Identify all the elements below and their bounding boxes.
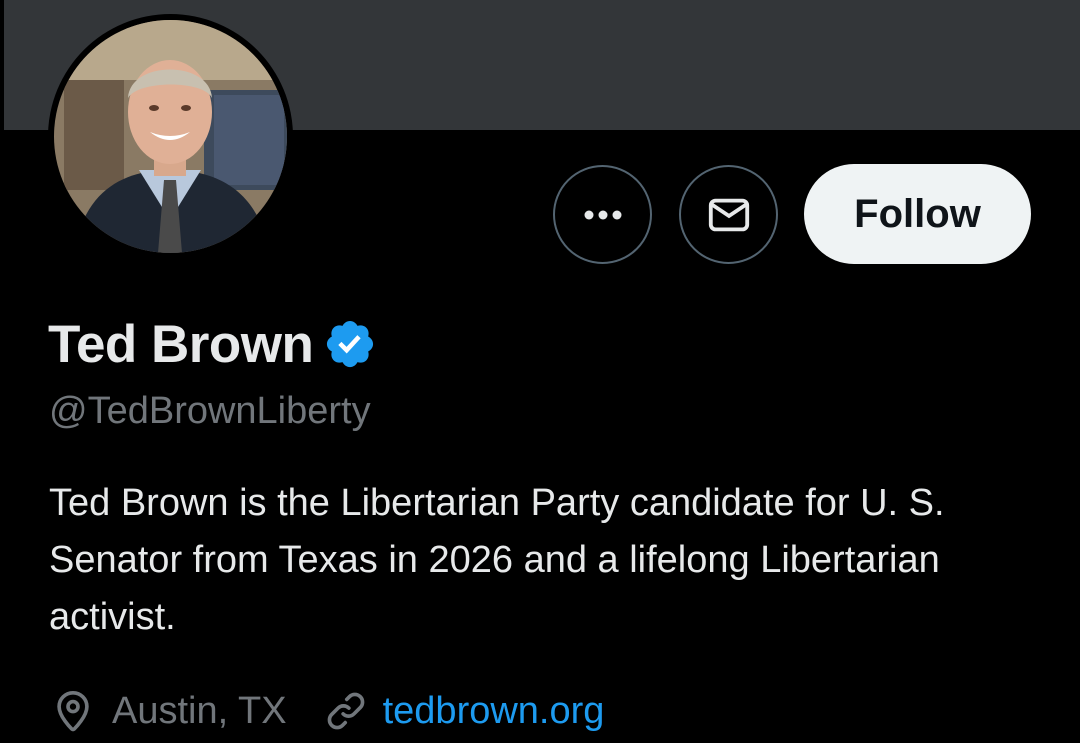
message-button[interactable] xyxy=(679,165,778,264)
profile-bio: Ted Brown is the Libertarian Party candi… xyxy=(49,482,945,638)
avatar[interactable] xyxy=(48,14,293,259)
user-handle: @TedBrownLiberty xyxy=(49,390,371,432)
envelope-icon xyxy=(708,198,749,231)
profile-meta-row: Austin, TX tedbrown.org xyxy=(50,683,604,739)
more-options-button[interactable] xyxy=(553,165,652,264)
follow-button[interactable]: Follow xyxy=(804,164,1031,264)
more-options-icon xyxy=(584,210,621,219)
verified-badge-icon[interactable] xyxy=(323,317,377,371)
avatar-photo xyxy=(54,20,287,253)
website-link[interactable]: tedbrown.org xyxy=(383,690,605,733)
name-row: Ted Brown xyxy=(48,312,377,376)
link-icon xyxy=(327,692,364,730)
location-pin-icon xyxy=(57,690,89,732)
display-name: Ted Brown xyxy=(48,314,314,374)
location-text: Austin, TX xyxy=(112,689,287,732)
